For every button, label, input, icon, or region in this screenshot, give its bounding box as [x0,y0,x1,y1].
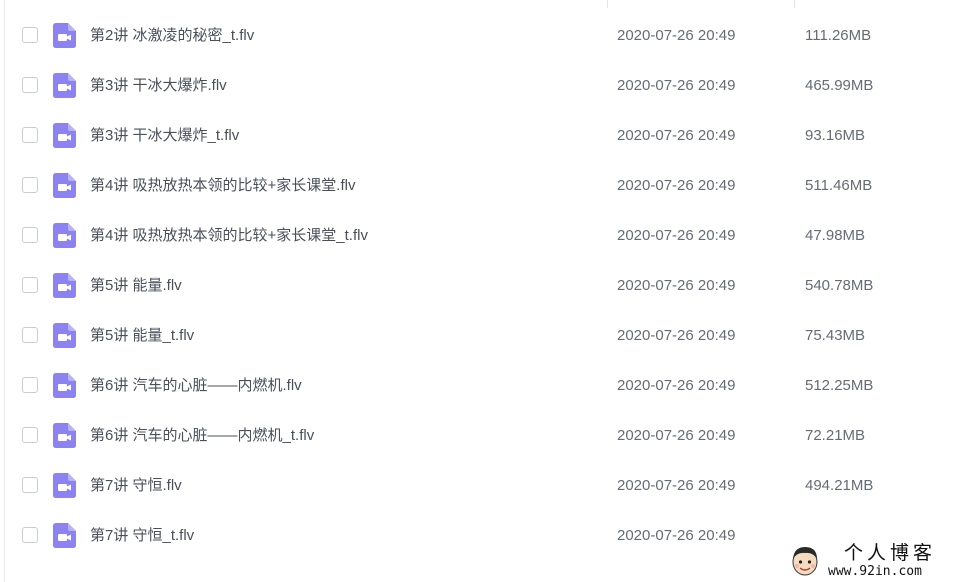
file-name[interactable]: 第2讲 冰激凌的秘密_t.flv [90,26,254,46]
avatar-face-icon [792,547,818,576]
file-size: 72.21MB [805,427,866,444]
file-list: 第2讲 冰激凌的秘密.flv2020-07-26 20:49463.93MB第2… [0,0,980,561]
file-row[interactable]: 第3讲 干冰大爆炸.flv 2020-07-26 20:49 465.99MB [0,61,980,111]
file-modified-date: 2020-07-26 20:49 [617,127,736,144]
file-size: 494.21MB [805,477,874,494]
video-file-icon [53,173,76,198]
video-file-icon [53,273,76,298]
video-file-icon [53,473,76,498]
row-checkbox[interactable] [22,227,38,243]
file-row[interactable]: 第6讲 汽车的心脏——内燃机.flv 2020-07-26 20:49 512.25… [0,361,980,411]
file-name[interactable]: 第7讲 守恒.flv [90,476,182,496]
row-checkbox[interactable] [22,327,38,343]
file-size: 47.98MB [805,227,866,244]
file-name[interactable]: 第4讲 吸热放热本领的比较+家长课堂.flv [90,176,355,196]
file-row[interactable]: 第6讲 汽车的心脏——内燃机_t.flv 2020-07-26 20:49 72.2… [0,411,980,461]
file-size: 465.99MB [805,77,874,94]
file-row[interactable]: 第2讲 冰激凌的秘密_t.flv 2020-07-26 20:49 111.26MB [0,11,980,61]
row-checkbox[interactable] [22,477,38,493]
file-modified-date: 2020-07-26 20:49 [617,327,736,344]
file-size: 540.78MB [805,277,874,294]
row-checkbox[interactable] [22,127,38,143]
file-modified-date: 2020-07-26 20:49 [617,227,736,244]
file-name[interactable]: 第3讲 干冰大爆炸_t.flv [90,126,239,146]
file-row[interactable]: 第2讲 冰激凌的秘密.flv2020-07-26 20:49463.93MB [0,0,980,11]
file-list-panel: 第2讲 冰激凌的秘密.flv2020-07-26 20:49463.93MB第2… [0,0,980,582]
file-modified-date: 2020-07-26 20:49 [617,427,736,444]
video-file-icon [53,23,76,48]
file-row[interactable]: 第3讲 干冰大爆炸_t.flv 2020-07-26 20:49 93.16MB [0,111,980,161]
file-modified-date: 2020-07-26 20:49 [617,177,736,194]
file-name[interactable]: 第7讲 守恒_t.flv [90,526,194,546]
file-modified-date: 2020-07-26 20:49 [617,277,736,294]
row-checkbox[interactable] [22,527,38,543]
video-file-icon [53,323,76,348]
video-file-icon [53,423,76,448]
file-row[interactable]: 第7讲 守恒.flv 2020-07-26 20:49 494.21MB [0,461,980,511]
file-name[interactable]: 第6讲 汽车的心脏——内燃机_t.flv [90,426,314,446]
file-size: 111.26MB [805,27,872,44]
watermark-url: www.92in.com [828,564,922,579]
file-size: 93.16MB [805,127,866,144]
file-modified-date: 2020-07-26 20:49 [617,27,736,44]
row-checkbox[interactable] [22,27,38,43]
file-name[interactable]: 第5讲 能量_t.flv [90,326,194,346]
file-row[interactable]: 第5讲 能量.flv 2020-07-26 20:49 540.78MB [0,261,980,311]
watermark-logo: 个人博客 www.92in.com [782,541,980,582]
watermark-title: 个人博客 [844,542,937,564]
file-modified-date: 2020-07-26 20:49 [617,77,736,94]
file-row[interactable]: 第4讲 吸热放热本领的比较+家长课堂_t.flv 2020-07-26 20:49… [0,211,980,261]
row-checkbox[interactable] [22,277,38,293]
file-size: 75.43MB [805,327,866,344]
video-file-icon [53,223,76,248]
video-file-icon [53,123,76,148]
file-modified-date: 2020-07-26 20:49 [617,527,736,544]
file-name[interactable]: 第5讲 能量.flv [90,276,182,296]
video-file-icon [53,73,76,98]
row-checkbox[interactable] [22,427,38,443]
file-name[interactable]: 第4讲 吸热放热本领的比较+家长课堂_t.flv [90,226,368,246]
file-size: 511.46MB [805,177,873,194]
file-row[interactable]: 第4讲 吸热放热本领的比较+家长课堂.flv 2020-07-26 20:49 51… [0,161,980,211]
video-file-icon [53,373,76,398]
row-checkbox[interactable] [22,377,38,393]
file-modified-date: 2020-07-26 20:49 [617,377,736,394]
file-name[interactable]: 第6讲 汽车的心脏——内燃机.flv [90,376,302,396]
file-size: 512.25MB [805,377,874,394]
file-name[interactable]: 第3讲 干冰大爆炸.flv [90,76,227,96]
video-file-icon [53,523,76,548]
row-checkbox[interactable] [22,177,38,193]
file-row[interactable]: 第5讲 能量_t.flv 2020-07-26 20:49 75.43MB [0,311,980,361]
file-modified-date: 2020-07-26 20:49 [617,477,736,494]
row-checkbox[interactable] [22,77,38,93]
